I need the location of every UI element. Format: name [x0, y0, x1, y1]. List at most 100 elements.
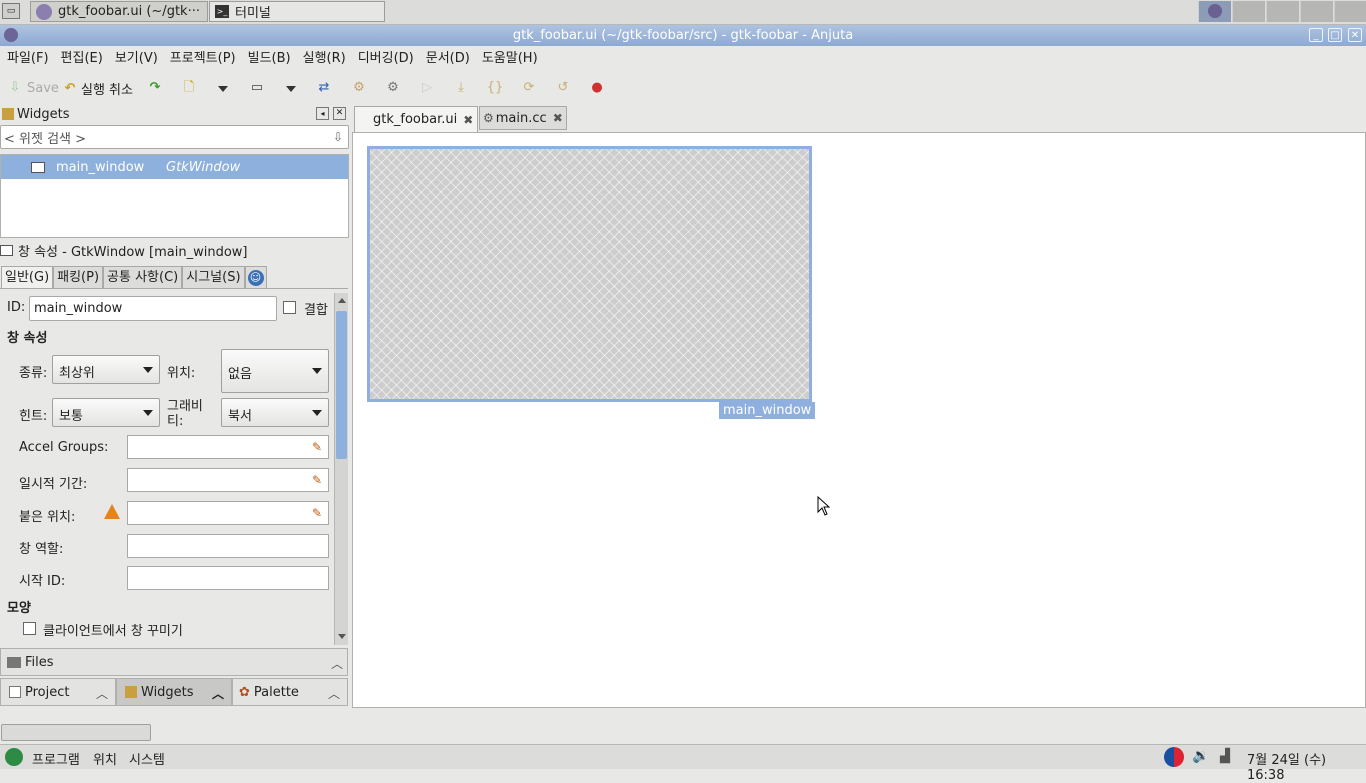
window-titlebar[interactable]: gtk_foobar.ui (~/gtk-foobar/src) - gtk-f…: [0, 25, 1366, 46]
jump-icon[interactable]: ⇄: [315, 79, 333, 97]
new-file-icon[interactable]: 🗋: [180, 79, 198, 97]
accel-groups-input[interactable]: ✎: [127, 435, 329, 459]
step-out-icon[interactable]: ⟳: [520, 79, 538, 97]
tab-packing[interactable]: 패킹(P): [53, 266, 104, 288]
edit-icon[interactable]: ✎: [309, 505, 325, 521]
files-panel-tab[interactable]: Files ︿: [0, 648, 348, 676]
menu-edit[interactable]: 편집(E): [55, 46, 109, 71]
menu-help[interactable]: 도움말(H): [476, 46, 544, 71]
id-value: main_window: [34, 301, 123, 316]
dock-icon[interactable]: ◂: [316, 107, 329, 120]
toolbar: ⇩ Save ↶ 실행 취소 ↷ 🗋 ▭ ⇄ ⚙ ⚙ ▷ ⤓ {} ⟳ ↺ ●: [0, 72, 1366, 104]
composite-checkbox[interactable]: [283, 301, 296, 314]
undo-button[interactable]: ↶ 실행 취소: [61, 79, 133, 99]
minimize-icon[interactable]: _: [1309, 28, 1323, 42]
workspace-5[interactable]: [1334, 1, 1366, 22]
widget-search-input[interactable]: < 위젯 검색 > ⇩: [0, 125, 349, 149]
accel-groups-label: Accel Groups:: [19, 440, 109, 455]
places-menu[interactable]: 위치: [93, 749, 117, 768]
build-icon[interactable]: ⚙: [384, 79, 402, 97]
menu-debug[interactable]: 디버깅(D): [352, 46, 420, 71]
search-filter-icon[interactable]: ⇩: [333, 130, 343, 144]
position-select[interactable]: 없음: [221, 349, 329, 393]
role-input[interactable]: [127, 534, 329, 558]
section-appearance: 모양: [7, 601, 31, 616]
tab-signals[interactable]: 시그널(S): [182, 266, 245, 288]
type-select[interactable]: 최상위: [52, 355, 160, 384]
transient-input[interactable]: ✎: [127, 468, 329, 492]
app-icon[interactable]: [4, 28, 18, 42]
step-over-icon[interactable]: {}: [486, 79, 504, 97]
show-desktop-icon[interactable]: ▭: [2, 3, 20, 19]
chevron-down-icon: [312, 409, 322, 416]
hint-label: 힌트:: [19, 409, 48, 424]
step-icon[interactable]: ⤓: [452, 79, 470, 97]
project-panel-tab[interactable]: Project ︿: [0, 678, 116, 706]
scrollbar-thumb[interactable]: [336, 311, 347, 459]
id-label: ID:: [7, 300, 26, 315]
menu-file[interactable]: 파일(F): [1, 46, 55, 71]
tab-label: main.cc: [495, 110, 547, 126]
open-dropdown-icon[interactable]: [286, 86, 296, 92]
menu-document[interactable]: 문서(D): [420, 46, 476, 71]
open-folder-icon[interactable]: ▭: [248, 79, 266, 97]
menu-launcher-icon[interactable]: [5, 748, 23, 766]
new-dropdown-icon[interactable]: [218, 86, 228, 92]
panel-close-icon[interactable]: ✕: [333, 107, 346, 120]
redo-icon[interactable]: ↷: [146, 79, 164, 97]
network-icon[interactable]: ▟: [1220, 749, 1230, 764]
gravity-select[interactable]: 북서: [221, 398, 329, 427]
workspace-2[interactable]: [1232, 1, 1265, 22]
workspace-1[interactable]: [1198, 1, 1231, 22]
client-decor-checkbox[interactable]: [23, 622, 36, 635]
taskbar-task-anjuta[interactable]: gtk_foobar.ui (~/gtk···: [30, 1, 208, 22]
id-input[interactable]: main_window: [29, 296, 277, 321]
tab-common[interactable]: 공통 사항(C): [103, 266, 183, 288]
breakpoint-icon[interactable]: ●: [588, 79, 606, 97]
window-icon: [31, 161, 45, 173]
input-method-icon[interactable]: [1164, 747, 1184, 767]
scroll-down-icon[interactable]: [338, 634, 346, 639]
edit-icon[interactable]: ✎: [309, 472, 325, 488]
volume-icon[interactable]: 🔉: [1192, 748, 1209, 764]
properties-body: ID: main_window 결합 창 속성 종류: 최상위 위치: 없음 힌…: [0, 288, 348, 645]
widgets-panel-tab[interactable]: Widgets ︿: [116, 678, 232, 706]
startup-id-input[interactable]: [127, 566, 329, 590]
close-tab-icon[interactable]: ✖: [463, 113, 473, 127]
system-menu[interactable]: 시스템: [129, 749, 165, 768]
tab-main-cc[interactable]: ⚙ main.cc ✖: [479, 106, 567, 130]
window-icon: [0, 244, 13, 256]
palette-panel-tab[interactable]: ✿ Palette ︿: [232, 678, 348, 706]
workspace-3[interactable]: [1266, 1, 1299, 22]
scroll-up-icon[interactable]: [338, 298, 346, 303]
menu-project[interactable]: 프로젝트(P): [164, 46, 242, 71]
tab-gtk-foobar-ui[interactable]: gtk_foobar.ui ✖: [354, 106, 478, 132]
menu-view[interactable]: 보기(V): [109, 46, 164, 71]
close-icon[interactable]: ✕: [1348, 28, 1362, 42]
run-icon[interactable]: ▷: [418, 79, 436, 97]
edit-icon[interactable]: ✎: [309, 439, 325, 455]
clock[interactable]: 7월 24일 (수) 16:38: [1247, 749, 1366, 783]
tree-row-main-window[interactable]: main_window GtkWindow: [1, 155, 348, 179]
compile-icon[interactable]: ⚙: [350, 79, 368, 97]
tab-general[interactable]: 일반(G): [1, 266, 54, 288]
menu-run[interactable]: 실행(R): [297, 46, 352, 71]
save-button[interactable]: ⇩ Save: [6, 79, 59, 97]
applications-menu[interactable]: 프로그램: [32, 749, 80, 768]
properties-scrollbar[interactable]: [334, 293, 348, 645]
accessibility-icon: ☺: [247, 270, 264, 286]
close-tab-icon[interactable]: ✖: [553, 111, 563, 125]
project-icon: [9, 686, 21, 698]
tab-label: gtk_foobar.ui: [373, 112, 458, 127]
taskbar-task-terminal[interactable]: >_ 터미널: [209, 1, 385, 22]
menu-build[interactable]: 빌드(B): [242, 46, 297, 71]
window-preview[interactable]: [367, 146, 812, 402]
workspace-4[interactable]: [1300, 1, 1333, 22]
attached-input[interactable]: ✎: [127, 501, 329, 525]
tab-accessibility[interactable]: ☺: [244, 266, 267, 288]
continue-icon[interactable]: ↺: [554, 79, 572, 97]
chevron-down-icon: [312, 368, 322, 374]
tree-widget-name: main_window: [56, 159, 145, 175]
maximize-icon[interactable]: □: [1328, 28, 1342, 42]
hint-select[interactable]: 보통: [52, 398, 160, 427]
